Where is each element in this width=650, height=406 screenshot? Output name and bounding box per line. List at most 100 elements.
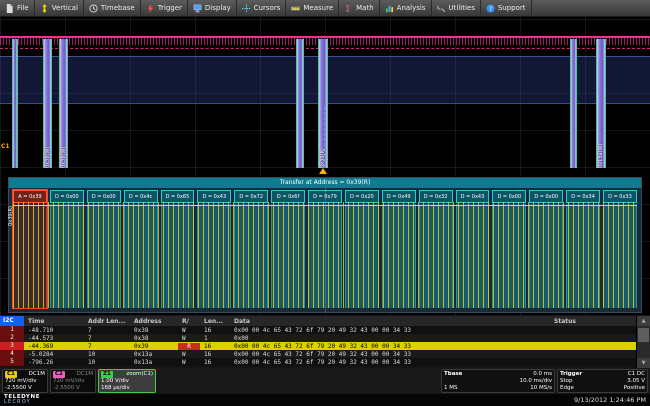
column-header-data[interactable]: Data (230, 318, 550, 325)
c2-channel-tag: C2 (53, 371, 65, 378)
scroll-up-button[interactable]: ▲ (637, 316, 650, 326)
cell-addr-len: 10 (84, 359, 130, 366)
i2c-burst[interactable] (12, 39, 18, 168)
ruler-icon (291, 4, 300, 13)
trigger-position-line (324, 107, 325, 167)
column-header-rw[interactable]: R/ (178, 318, 200, 325)
decode-data-label: D = 0x6f (271, 190, 305, 203)
menu-item-label: Cursors (254, 4, 281, 12)
column-header-address[interactable]: Address (130, 318, 178, 325)
cell-rw: W (178, 327, 200, 334)
decode-data-byte: D = 0x4c (124, 190, 158, 308)
decode-data-label: D = 0x00 (87, 190, 121, 203)
oscilloscope-app: File Vertical Timebase Trigger Display C… (0, 0, 650, 406)
menu-item-utilities[interactable]: Utilities (432, 0, 481, 16)
menu-item-math[interactable]: Σ Math (339, 0, 380, 16)
protocol-badge[interactable]: I2C (0, 316, 24, 326)
i2c-burst[interactable]: 0x38(W) (59, 39, 68, 168)
column-header-time[interactable]: Time (24, 318, 84, 325)
lightning-icon (146, 4, 155, 13)
menu-item-label: Trigger (158, 4, 182, 12)
zoom-panel[interactable]: Transfer at Address = 0x39(R) 0x39(R) A … (8, 177, 642, 313)
menu-item-cursors[interactable]: Cursors (237, 0, 287, 16)
menu-item-measure[interactable]: Measure (286, 0, 339, 16)
help-icon: ? (486, 4, 495, 13)
scrollbar-thumb[interactable] (638, 328, 649, 342)
i2c-burst[interactable] (296, 39, 304, 168)
menu-item-vertical[interactable]: Vertical (35, 0, 84, 16)
burst-annotation: 0x38(W) (45, 47, 51, 168)
menu-item-label: Vertical (52, 4, 78, 12)
svg-text:?: ? (489, 5, 492, 12)
trigger-level: 3.05 V (627, 378, 645, 385)
table-row[interactable]: 4 -5.0284 10 0x13a W 16 0x00 00 4c 65 43… (0, 350, 650, 358)
wrench-icon (437, 4, 446, 13)
menu-item-label: Timebase (101, 4, 135, 12)
burst-annotation: 0x39(R) (320, 47, 326, 168)
menu-item-display[interactable]: Display (188, 0, 237, 16)
row-index: 4 (0, 350, 24, 358)
c1-descriptor-box[interactable]: C1DC1M 720 mV/div -2.5500 V (2, 369, 48, 393)
cell-data: 0x00 00 4c 65 43 72 6f 79 20 49 32 43 00… (230, 343, 550, 350)
i2c-burst[interactable]: 0x13a(W) (596, 39, 606, 168)
decode-data-label: D = 0x49 (382, 190, 416, 203)
z1-descriptor-box[interactable]: Z1zoom(C1) 1.00 V/div 168 μs/div (98, 369, 156, 393)
decode-byte-region (456, 204, 490, 308)
c1-offset: -2.5500 V (5, 385, 45, 392)
decode-data-label: D = 0x00 (492, 190, 526, 203)
table-header-row: I2C Time Addr Len... Address R/ Len... D… (0, 316, 650, 326)
cell-data: 0x00 00 4c 65 43 72 6f 79 20 49 32 43 00… (230, 327, 550, 334)
column-header-status[interactable]: Status (550, 318, 636, 325)
timebase-panel[interactable]: Tbase0.0 ms 10.0 ms/div 1 MS10 MS/s (441, 369, 555, 393)
c1-vscale: 720 mV/div (5, 378, 45, 385)
file-icon (5, 4, 14, 13)
i2c-burst[interactable]: 0x39(R) (318, 39, 328, 168)
menu-item-file[interactable]: File (0, 0, 35, 16)
cell-addr-len: 7 (84, 335, 130, 342)
column-header-addr-len[interactable]: Addr Len... (84, 318, 130, 325)
c2-descriptor-box[interactable]: C2DC1M 720 mV/div -2.5500 V (50, 369, 96, 393)
table-row[interactable]: 2 -44.573 7 0x38 W 1 0x00 (0, 334, 650, 342)
trigger-panel[interactable]: TriggerC1 DC Stop3.05 V EdgePositive (557, 369, 648, 393)
scroll-down-button[interactable]: ▼ (637, 358, 650, 368)
table-scrollbar[interactable]: ▲ ▼ (636, 316, 650, 368)
burst-annotation: 0x38(W) (61, 47, 67, 168)
decode-byte-region (566, 204, 600, 308)
decode-byte-region (197, 204, 231, 308)
zoom-position-marker[interactable] (319, 168, 327, 174)
decode-data-byte: D = 0x20 (345, 190, 379, 308)
decode-byte-region (382, 204, 416, 308)
decode-byte-region (87, 204, 121, 308)
c1-ground-marker[interactable]: C1 (1, 143, 10, 150)
decode-byte-region (419, 204, 453, 308)
cell-address: 0x38 (130, 327, 178, 334)
menu-item-label: Utilities (449, 4, 475, 12)
menu-item-trigger[interactable]: Trigger (141, 0, 188, 16)
descriptor-strip: C1DC1M 720 mV/div -2.5500 V C2DC1M 720 m… (0, 368, 650, 394)
z1-hscale: 168 μs/div (101, 385, 153, 392)
column-header-len[interactable]: Len... (200, 318, 230, 325)
decode-data-label: D = 0x43 (456, 190, 490, 203)
cell-rw: W (178, 351, 200, 358)
table-row[interactable]: 1 -48.710 7 0x38 W 16 0x00 00 4c 65 43 7… (0, 326, 650, 334)
table-row-selected[interactable]: 3 -44.369 7 0x39 R 16 0x00 00 4c 65 43 7… (0, 342, 650, 350)
monitor-icon (193, 4, 202, 13)
cell-len: 16 (200, 351, 230, 358)
decode-transfer-title: Transfer at Address = 0x39(R) (9, 178, 641, 188)
menu-item-timebase[interactable]: Timebase (84, 0, 141, 16)
cell-time: -48.710 (24, 327, 84, 334)
decode-byte-region (529, 204, 563, 308)
menu-item-support[interactable]: ? Support (481, 0, 532, 16)
cell-rw: W (178, 335, 200, 342)
cell-len: 1 (200, 335, 230, 342)
table-row[interactable]: 5 -796.26 10 0x13a W 16 0x00 00 4c 65 43… (0, 358, 650, 366)
i2c-burst[interactable] (570, 39, 577, 168)
menu-item-label: Display (205, 4, 231, 12)
decode-data-label: D = 0x00 (50, 190, 84, 203)
i2c-burst[interactable]: 0x38(W) (43, 39, 52, 168)
trigger-source: C1 DC (628, 371, 645, 378)
timebase-rate: 10 MS/s (530, 385, 552, 392)
menu-item-analysis[interactable]: Analysis (380, 0, 432, 16)
c1-channel-tag: C1 (5, 371, 17, 378)
menu-item-label: Support (498, 4, 526, 12)
